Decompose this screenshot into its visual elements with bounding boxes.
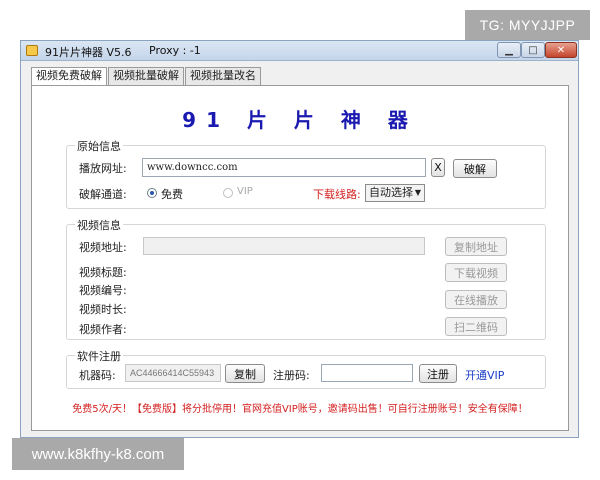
video-address-input[interactable] [143,237,425,255]
tab-batch-rename[interactable]: 视频批量改名 [185,67,261,85]
download-line-select[interactable]: 自动选择 ▼ [365,184,425,202]
video-info-group: 视频信息 视频地址: 视频标题: 视频编号: 视频时长: 视频作者: 复制地址 … [66,217,546,340]
original-info-legend: 原始信息 [75,138,123,154]
video-title-label: 视频标题: [79,266,127,279]
radio-free-label: 免费 [161,188,183,201]
watermark-bottom: www.k8kfhy-k8.com [12,438,184,470]
video-info-legend: 视频信息 [75,217,123,233]
machine-code-field[interactable]: AC44666414C55943 [125,364,221,382]
download-line-value: 自动选择 [369,186,413,199]
title-bar[interactable]: 91片片神器 V5.6 Proxy : -1 ▁ □ ✕ [21,41,578,61]
crack-button[interactable]: 破解 [453,159,497,178]
app-window: 91片片神器 V5.6 Proxy : -1 ▁ □ ✕ 视频免费破解 视频批量… [20,40,579,438]
channel-label: 破解通道: [79,188,127,201]
video-duration-label: 视频时长: [79,303,127,316]
download-line-label: 下载线路: [313,188,361,201]
maximize-icon: □ [528,44,538,56]
register-button[interactable]: 注册 [419,364,457,383]
radio-vip-label: VIP [237,186,253,197]
open-vip-link[interactable]: 开通VIP [465,367,504,383]
radio-free[interactable] [147,188,157,198]
reg-code-input[interactable] [321,364,413,382]
tab-bar: 视频免费破解 视频批量破解 视频批量改名 [31,67,262,86]
close-icon: ✕ [556,44,566,56]
copy-address-button[interactable]: 复制地址 [445,237,507,256]
download-video-button[interactable]: 下载视频 [445,263,507,282]
video-address-label: 视频地址: [79,241,127,254]
video-author-label: 视频作者: [79,323,127,336]
tab-batch-crack[interactable]: 视频批量破解 [108,67,184,85]
url-label: 播放网址: [79,162,127,175]
minimize-button[interactable]: ▁ [497,42,521,58]
minimize-icon: ▁ [505,44,513,56]
copy-machine-code-button[interactable]: 复制 [225,364,265,383]
radio-vip[interactable] [223,188,233,198]
machine-code-label: 机器码: [79,369,116,382]
tab-free-crack[interactable]: 视频免费破解 [31,67,107,86]
tab-panel: 91 片 片 神 器 原始信息 播放网址: www.downcc.com X 破… [31,85,569,431]
video-number-label: 视频编号: [79,284,127,297]
play-online-button[interactable]: 在线播放 [445,290,507,309]
scan-qr-button[interactable]: 扫二维码 [445,317,507,336]
window-title: 91片片神器 V5.6 [45,46,132,59]
app-icon [26,45,38,56]
footer-notice: 免费5次/天！【免费版】将分批停用！官网充值VIP账号，邀请码出售！可自行注册账… [72,404,528,415]
registration-group: 软件注册 机器码: AC44666414C55943 复制 注册码: 注册 开通… [66,348,546,389]
url-input[interactable]: www.downcc.com [142,158,426,177]
clear-url-button[interactable]: X [431,158,445,177]
proxy-status: Proxy : -1 [149,44,201,57]
reg-code-label: 注册码: [273,369,310,382]
page-title: 91 片 片 神 器 [182,108,418,132]
original-info-group: 原始信息 播放网址: www.downcc.com X 破解 破解通道: 免费 … [66,138,546,209]
watermark-top: TG: MYYJJPP [465,10,590,40]
close-button[interactable]: ✕ [545,42,577,58]
maximize-button[interactable]: □ [521,42,545,58]
chevron-down-icon: ▼ [414,188,421,197]
registration-legend: 软件注册 [75,348,123,364]
